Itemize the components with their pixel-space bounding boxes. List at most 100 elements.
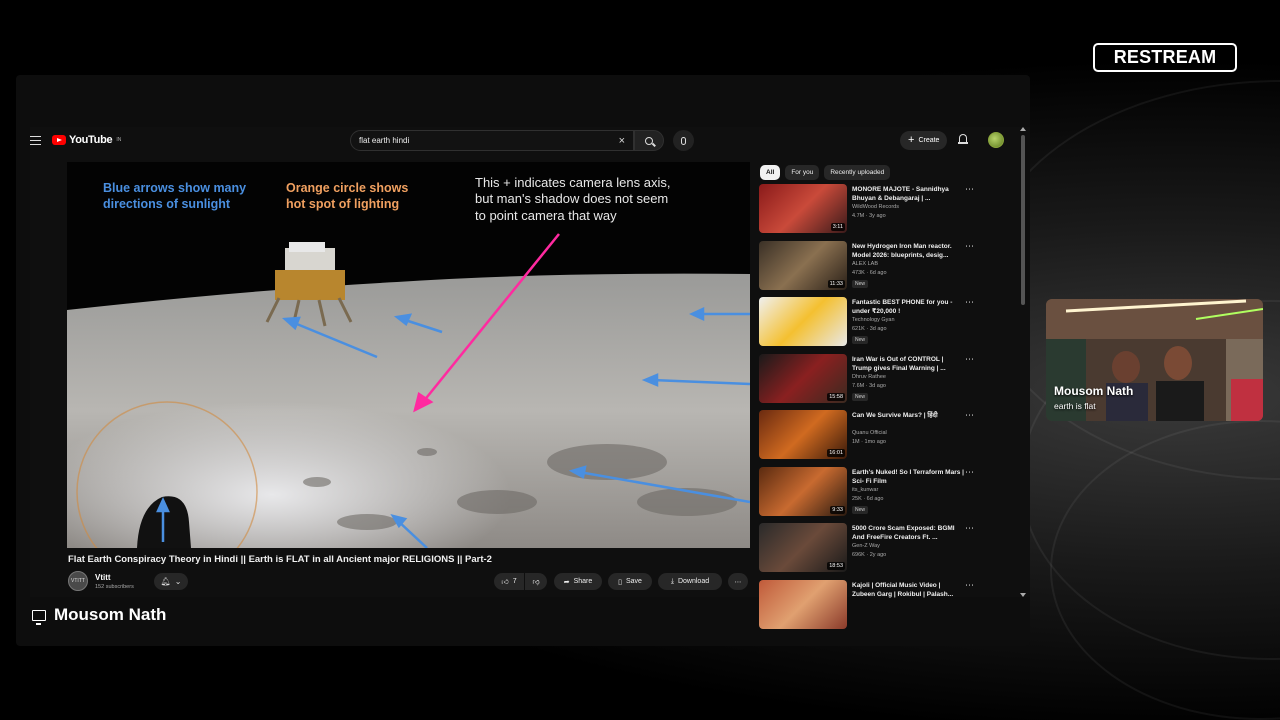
recommendation-item[interactable]: 15:58 Iran War is Out of CONTROL | Trump … [759, 353, 984, 411]
more-vert-icon[interactable]: ⋯ [965, 241, 974, 252]
recommendation-title[interactable]: Fantastic BEST PHONE for you - under ₹20… [852, 298, 964, 316]
save-button[interactable]: ▯ Save [608, 573, 652, 590]
subscriber-count: 152 subscribers [95, 584, 134, 590]
recommendation-channel[interactable]: Dhruv Rathee [852, 374, 886, 380]
recommendation-title[interactable]: Earth's Nuked! So I Terraform Mars | Sci… [852, 468, 964, 486]
more-vert-icon[interactable]: ⋯ [965, 184, 974, 195]
screen-share-label: Mousom Nath [32, 605, 166, 625]
video-duration: 9:33 [830, 505, 845, 514]
recommendation-title[interactable]: MONORE MAJOTE - Sannidhya Bhuyan & Deban… [852, 185, 964, 203]
monitor-icon [32, 609, 46, 625]
recommendation-title[interactable]: 5000 Crore Scam Exposed: BGMI And FreeFi… [852, 524, 964, 542]
scroll-up-icon[interactable] [1020, 127, 1026, 131]
search-value: flat earth hindi [359, 136, 410, 145]
new-badge: New [852, 336, 869, 344]
like-count: 7 [512, 578, 517, 585]
webcam-name: Mousom Nath [1054, 384, 1134, 398]
recommendation-title[interactable]: Kajoli | Official Music Video | Zubeen G… [852, 581, 964, 599]
youtube-header: YouTube IN flat earth hindi × + Create [30, 127, 1030, 157]
recommendation-thumbnail[interactable]: 9:33 [759, 466, 847, 516]
new-badge: New [852, 505, 869, 514]
recommendation-item[interactable]: Kajoli | Official Music Video | Zubeen G… [759, 579, 984, 637]
video-player[interactable]: Blue arrows show many directions of sunli… [67, 162, 750, 548]
channel-row: VTITT Vtitt 152 subscribers 🔔︎ ⌄ 👍︎ 7 👎︎ ➦… [68, 571, 750, 593]
scrollbar-thumb[interactable] [1021, 135, 1025, 305]
recommendation-thumbnail[interactable]: 18:53 [759, 523, 847, 572]
video-duration: 11:33 [827, 279, 845, 288]
recommendation-item[interactable]: 9:33 Earth's Nuked! So I Terraform Mars |… [759, 466, 984, 524]
recommendation-channel[interactable]: WildWood Records [852, 204, 899, 210]
recommendation-item[interactable]: 18:53 5000 Crore Scam Exposed: BGMI And F… [759, 523, 984, 580]
more-vert-icon[interactable]: ⋯ [965, 297, 974, 308]
subscribed-bell-button[interactable]: 🔔︎ ⌄ [154, 573, 188, 590]
chip-for-you[interactable]: For you [785, 165, 820, 180]
create-button[interactable]: + Create [900, 131, 948, 150]
download-icon: ⤓ [670, 577, 674, 585]
search-icon [645, 136, 653, 145]
recommendation-item[interactable]: 3:11 MONORE MAJOTE - Sannidhya Bhuyan & D… [759, 184, 984, 241]
recommendation-thumbnail[interactable] [759, 297, 847, 346]
recommendation-title[interactable]: New Hydrogen Iron Man reactor. Model 202… [852, 242, 964, 260]
youtube-logo[interactable]: YouTube IN [52, 134, 121, 146]
more-vert-icon[interactable]: ⋯ [965, 523, 974, 534]
scroll-down-icon[interactable] [1020, 593, 1026, 597]
recommendation-title[interactable]: Can We Survive Mars? | हिंदी [852, 411, 964, 420]
recommendation-item[interactable]: Fantastic BEST PHONE for you - under ₹20… [759, 297, 984, 354]
presenter-name: Mousom Nath [54, 605, 167, 624]
recommendations-list: 3:11 MONORE MAJOTE - Sannidhya Bhuyan & D… [759, 184, 984, 636]
search-button[interactable] [634, 130, 664, 151]
new-badge: New [852, 392, 869, 401]
recommendation-meta: 696K · 2y ago [852, 552, 887, 558]
recommendation-title[interactable]: Iran War is Out of CONTROL | Trump gives… [852, 355, 964, 373]
recommendation-channel[interactable]: Gen-Z Way [852, 543, 880, 549]
video-title: Flat Earth Conspiracy Theory in Hindi ||… [68, 554, 492, 565]
save-label: Save [625, 578, 642, 585]
recommendation-thumbnail[interactable]: 3:11 [759, 184, 847, 233]
youtube-logo-text: YouTube [69, 134, 113, 146]
recommendation-item[interactable]: 11:33 New Hydrogen Iron Man reactor. Mode… [759, 240, 984, 298]
more-icon: ⋯ [734, 578, 742, 586]
channel-name[interactable]: Vtitt [95, 573, 111, 582]
more-vert-icon[interactable]: ⋯ [965, 467, 974, 478]
bookmark-icon: ▯ [618, 578, 622, 586]
page-scrollbar[interactable] [1019, 127, 1027, 597]
recommendation-thumbnail[interactable] [759, 579, 847, 629]
download-label: Download [677, 578, 710, 585]
like-button[interactable]: 👍︎ 7 [494, 573, 524, 590]
clear-search-icon[interactable]: × [619, 135, 625, 147]
video-duration: 16:01 [827, 449, 845, 457]
share-button[interactable]: ➦ Share [554, 573, 602, 590]
chip-all[interactable]: All [760, 165, 781, 180]
more-vert-icon[interactable]: ⋯ [965, 580, 974, 591]
recommendation-item[interactable]: 16:01 Can We Survive Mars? | हिंदी Quanu O… [759, 410, 984, 467]
channel-avatar[interactable]: VTITT [68, 571, 88, 591]
recommendation-meta: 25K · 6d ago [852, 495, 884, 502]
download-button[interactable]: ⤓ Download [658, 573, 722, 590]
youtube-play-icon [52, 135, 66, 145]
recommendation-thumbnail[interactable]: 15:58 [759, 353, 847, 403]
chevron-down-icon: ⌄ [174, 577, 182, 586]
recommendation-channel[interactable]: Technology Gyan [852, 317, 895, 323]
annotation-blue-arrows: Blue arrows show many directions of sunli… [103, 181, 247, 211]
recommendation-channel[interactable]: its_kunwar [852, 487, 878, 493]
notifications-bell-icon[interactable] [958, 134, 968, 145]
more-actions-button[interactable]: ⋯ [728, 573, 748, 590]
screen-share-window: YouTube IN flat earth hindi × + Create B… [16, 75, 1030, 646]
recommendation-meta: 473K · 6d ago [852, 269, 887, 276]
recommendation-thumbnail[interactable]: 16:01 [759, 410, 847, 459]
dislike-button[interactable]: 👎︎ [525, 573, 547, 590]
annotation-orange-circle: Orange circle shows hot spot of lighting [286, 181, 409, 211]
chip-recently-uploaded[interactable]: Recently uploaded [824, 165, 891, 180]
recommendation-channel[interactable]: ALEX LAB [852, 261, 878, 267]
account-avatar[interactable] [988, 132, 1004, 148]
voice-search-button[interactable] [673, 130, 694, 151]
webcam-feed: Mousom Nath earth is flat [1046, 299, 1263, 421]
menu-icon[interactable] [30, 136, 41, 145]
bell-icon: 🔔︎ [160, 577, 171, 586]
search-input[interactable]: flat earth hindi × [350, 130, 634, 151]
recommendation-channel[interactable]: Quanu Official [852, 430, 887, 436]
recommendation-thumbnail[interactable]: 11:33 [759, 240, 847, 290]
more-vert-icon[interactable]: ⋯ [965, 410, 974, 421]
more-vert-icon[interactable]: ⋯ [965, 354, 974, 365]
video-duration: 3:11 [830, 223, 845, 231]
